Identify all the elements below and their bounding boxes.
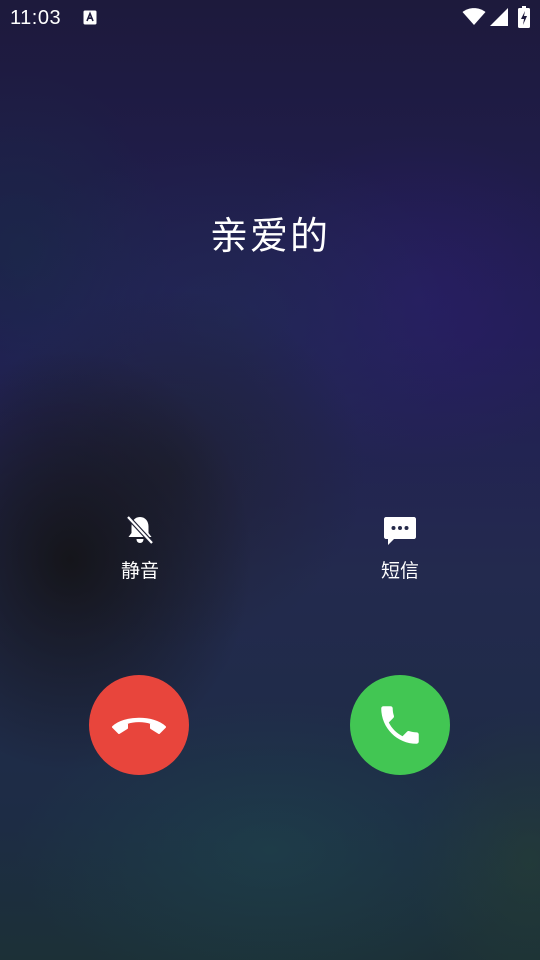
a-letter-icon xyxy=(83,10,97,25)
phone-icon xyxy=(381,706,419,744)
mute-button[interactable]: 静音 xyxy=(80,512,200,583)
sms-button[interactable]: 短信 xyxy=(340,512,460,583)
status-bar: 11:03 xyxy=(0,0,540,36)
bell-off-icon xyxy=(126,515,154,545)
message-icon xyxy=(384,517,416,545)
answer-button[interactable] xyxy=(350,675,450,775)
wifi-icon xyxy=(462,8,486,25)
status-time: 11:03 xyxy=(10,7,62,29)
mute-label: 静音 xyxy=(120,560,159,582)
cell-signal-icon xyxy=(490,8,508,26)
sms-label: 短信 xyxy=(380,560,419,582)
phone-hangup-icon xyxy=(112,717,166,734)
decline-button[interactable] xyxy=(89,675,189,775)
caller-name: 亲爱的 xyxy=(209,214,330,258)
background-wallpaper xyxy=(0,0,540,960)
battery-charging-icon xyxy=(518,6,530,28)
